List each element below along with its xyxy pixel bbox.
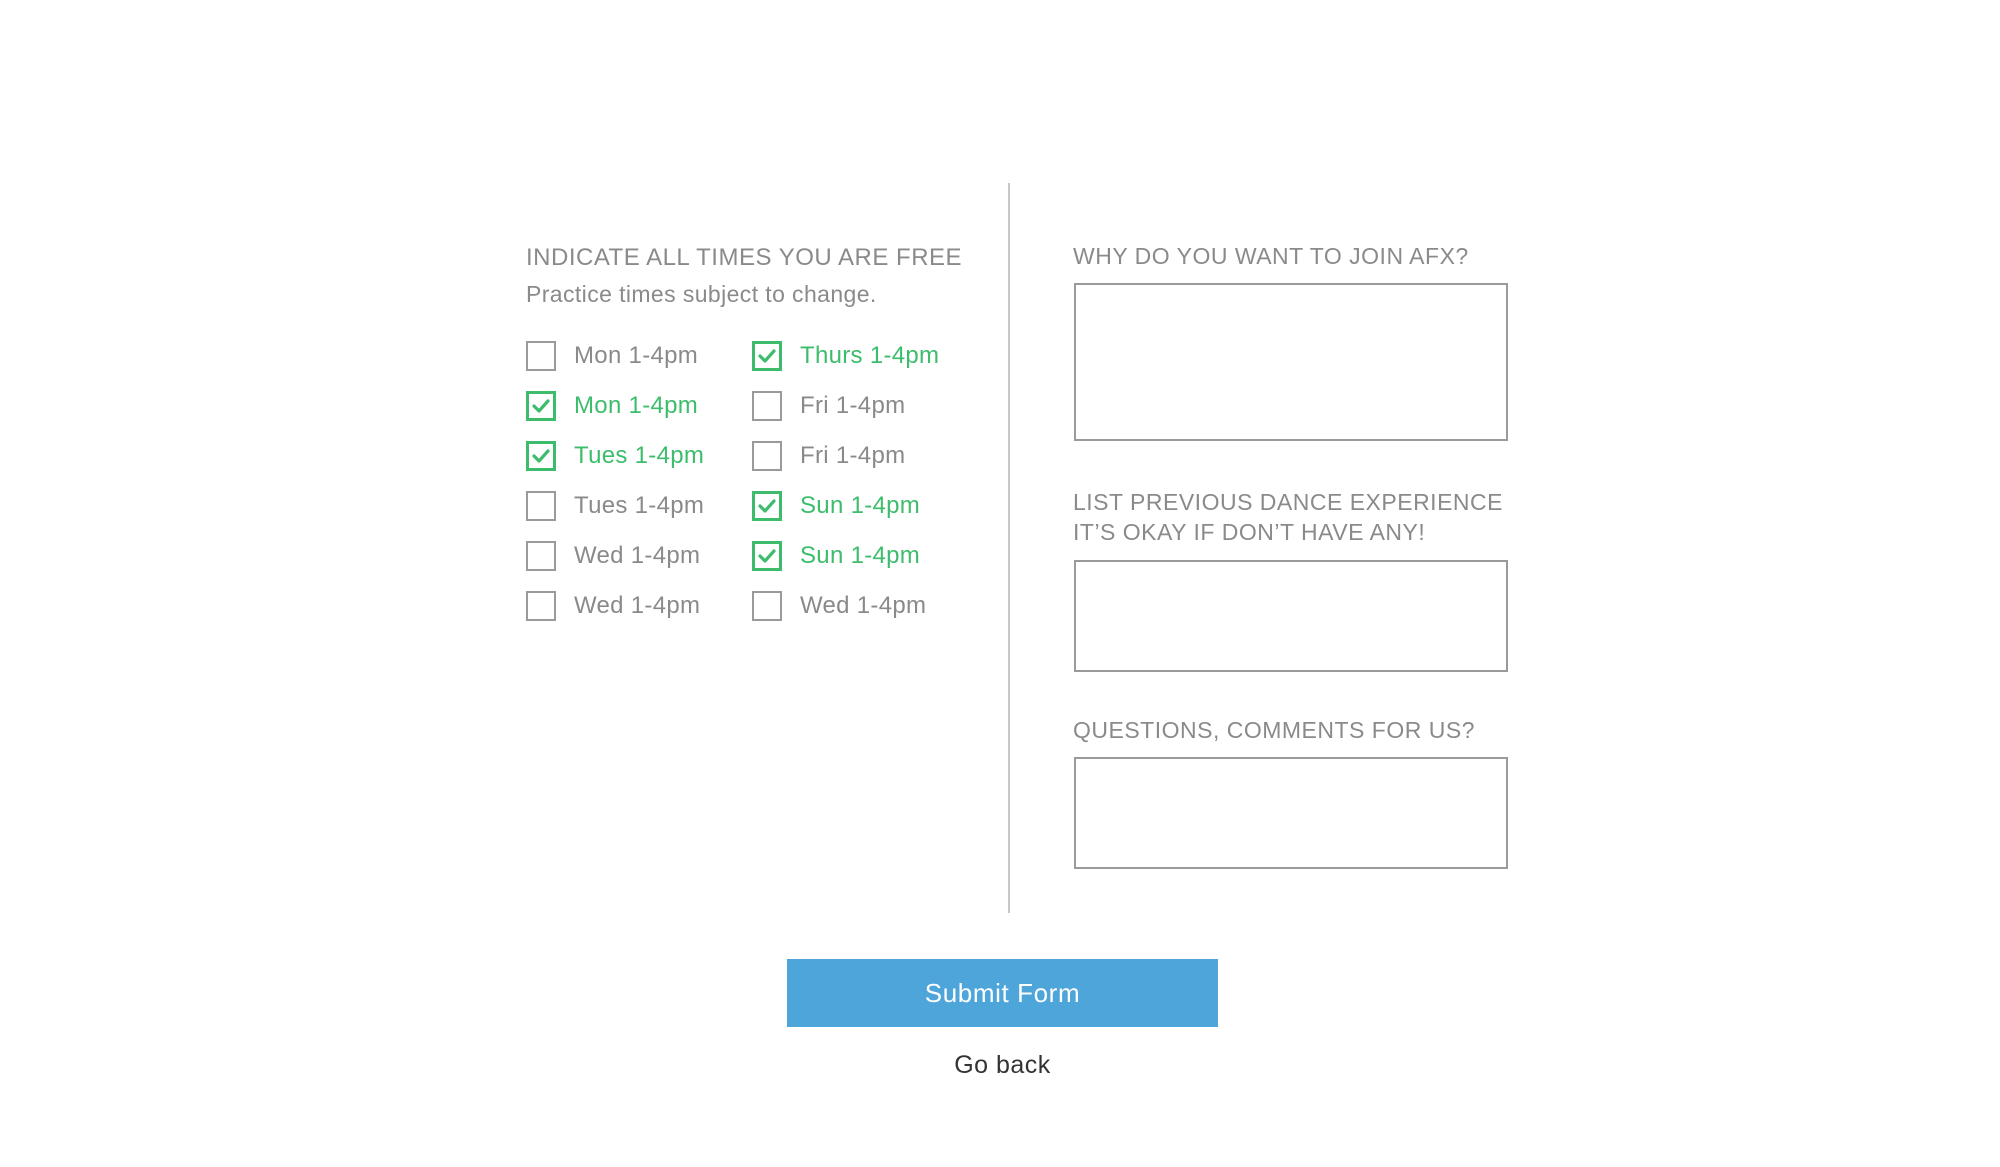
checkbox-square[interactable]: [526, 541, 556, 571]
time-checkbox[interactable]: Sun 1-4pm: [752, 481, 966, 531]
time-checkbox[interactable]: Tues 1-4pm: [526, 481, 752, 531]
checkbox-square[interactable]: [526, 341, 556, 371]
checkmark-icon: [758, 549, 776, 563]
time-checkbox[interactable]: Wed 1-4pm: [526, 531, 752, 581]
go-back-link[interactable]: Go back: [787, 1051, 1218, 1080]
checkbox-label: Mon 1-4pm: [574, 392, 699, 419]
checkbox-square[interactable]: [526, 391, 556, 421]
checkbox-label: Tues 1-4pm: [574, 442, 705, 469]
submit-form-button[interactable]: Submit Form: [787, 959, 1218, 1027]
checkbox-label: Thurs 1-4pm: [800, 342, 940, 369]
comments-textarea[interactable]: [1074, 757, 1508, 869]
checkbox-label: Wed 1-4pm: [800, 592, 927, 619]
time-checkbox[interactable]: Sun 1-4pm: [752, 531, 966, 581]
experience-textarea[interactable]: [1074, 560, 1508, 672]
time-checkbox[interactable]: Mon 1-4pm: [526, 331, 752, 381]
checkbox-square[interactable]: [526, 441, 556, 471]
time-checkbox[interactable]: Wed 1-4pm: [526, 581, 752, 631]
checkbox-label: Wed 1-4pm: [574, 592, 701, 619]
checkbox-label: Sun 1-4pm: [800, 542, 921, 569]
time-checkbox[interactable]: Wed 1-4pm: [752, 581, 966, 631]
availability-subheading: Practice times subject to change.: [526, 281, 877, 307]
checkbox-square[interactable]: [526, 491, 556, 521]
checkmark-icon: [532, 399, 550, 413]
checkbox-square[interactable]: [752, 441, 782, 471]
comments-label: QUESTIONS, COMMENTS FOR US?: [1073, 717, 1475, 743]
why-join-label: WHY DO YOU WANT TO JOIN AFX?: [1073, 243, 1469, 269]
checkbox-square[interactable]: [526, 591, 556, 621]
column-divider: [1008, 183, 1010, 913]
checkbox-label: Sun 1-4pm: [800, 492, 921, 519]
experience-label-line2: IT’S OKAY IF DON’T HAVE ANY!: [1073, 519, 1426, 545]
checkbox-label: Fri 1-4pm: [800, 442, 906, 469]
time-checkbox[interactable]: Mon 1-4pm: [526, 381, 752, 431]
why-join-textarea[interactable]: [1074, 283, 1508, 441]
checkbox-label: Mon 1-4pm: [574, 342, 699, 369]
experience-label-line1: LIST PREVIOUS DANCE EXPERIENCE: [1073, 489, 1503, 515]
time-checkbox[interactable]: Tues 1-4pm: [526, 431, 752, 481]
time-checkbox[interactable]: Fri 1-4pm: [752, 431, 966, 481]
checkbox-square[interactable]: [752, 391, 782, 421]
time-checkbox[interactable]: Fri 1-4pm: [752, 381, 966, 431]
checkmark-icon: [758, 349, 776, 363]
checkbox-square[interactable]: [752, 591, 782, 621]
checkbox-label: Tues 1-4pm: [574, 492, 705, 519]
experience-label: LIST PREVIOUS DANCE EXPERIENCE IT’S OKAY…: [1073, 487, 1503, 547]
availability-checkbox-grid: Mon 1-4pm Thurs 1-4pm Mon 1-4pm Fri 1-4p…: [526, 331, 966, 631]
checkbox-label: Fri 1-4pm: [800, 392, 906, 419]
checkbox-label: Wed 1-4pm: [574, 542, 701, 569]
checkbox-square[interactable]: [752, 341, 782, 371]
checkmark-icon: [758, 499, 776, 513]
checkmark-icon: [532, 449, 550, 463]
checkbox-square[interactable]: [752, 541, 782, 571]
time-checkbox[interactable]: Thurs 1-4pm: [752, 331, 966, 381]
availability-heading: INDICATE ALL TIMES YOU ARE FREE: [526, 244, 963, 271]
checkbox-square[interactable]: [752, 491, 782, 521]
